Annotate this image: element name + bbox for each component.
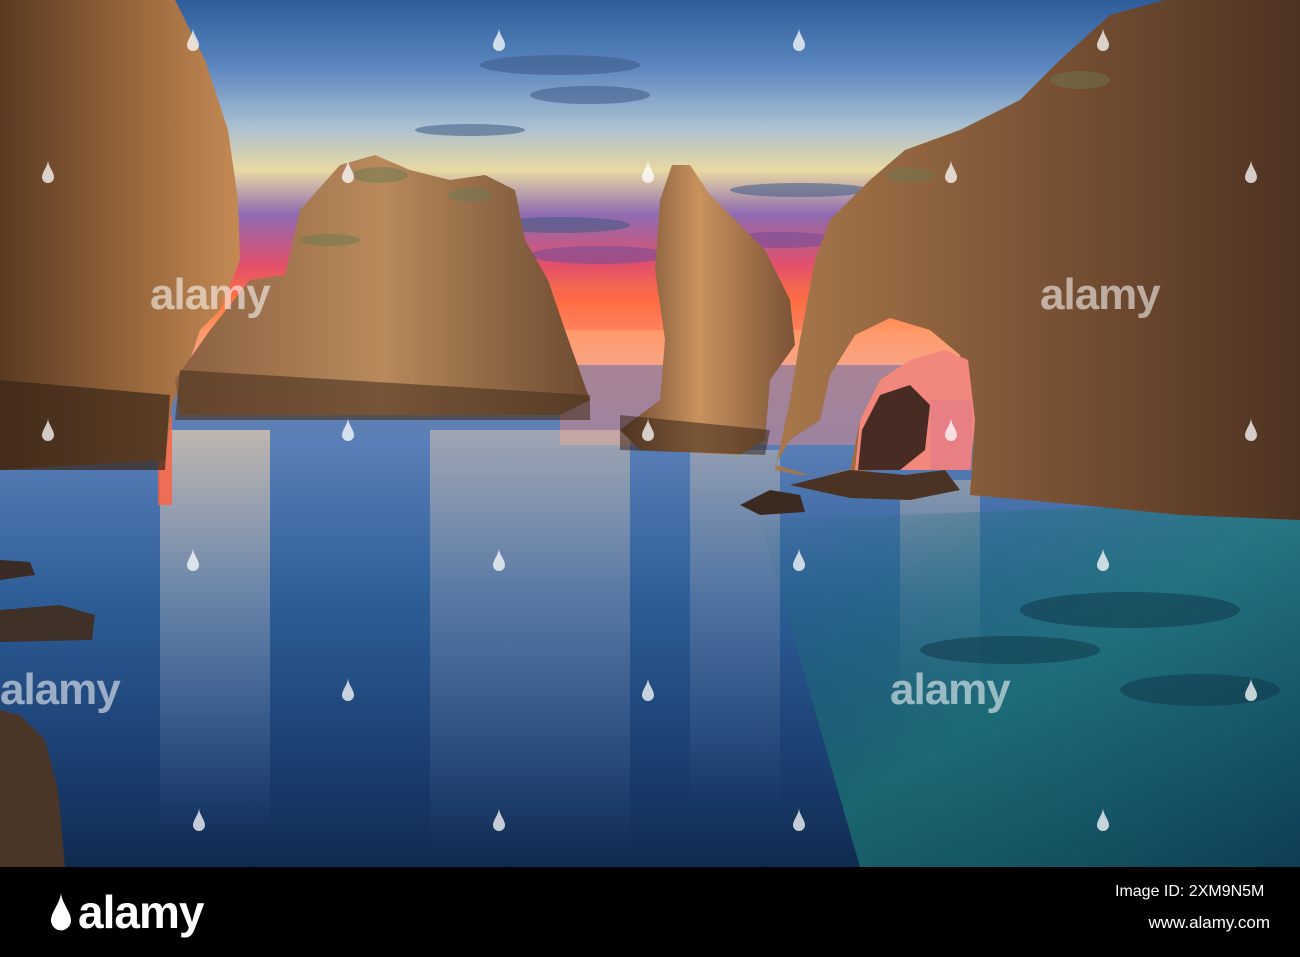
image-id-label: Image ID: 2XM9N5M [1115, 883, 1265, 900]
stock-footer-bar: alamy Image ID: 2XM9N5M www.alamy.com [0, 867, 1300, 957]
site-url-link[interactable]: www.alamy.com [1148, 913, 1270, 933]
brand-name: alamy [78, 886, 204, 938]
seascape-photo [0, 0, 1300, 867]
stock-photo-frame: alamy alamy alamy alamy alamy Image ID: … [0, 0, 1300, 957]
brand-logo[interactable]: alamy [50, 885, 204, 939]
alamy-drop-icon [51, 892, 71, 931]
